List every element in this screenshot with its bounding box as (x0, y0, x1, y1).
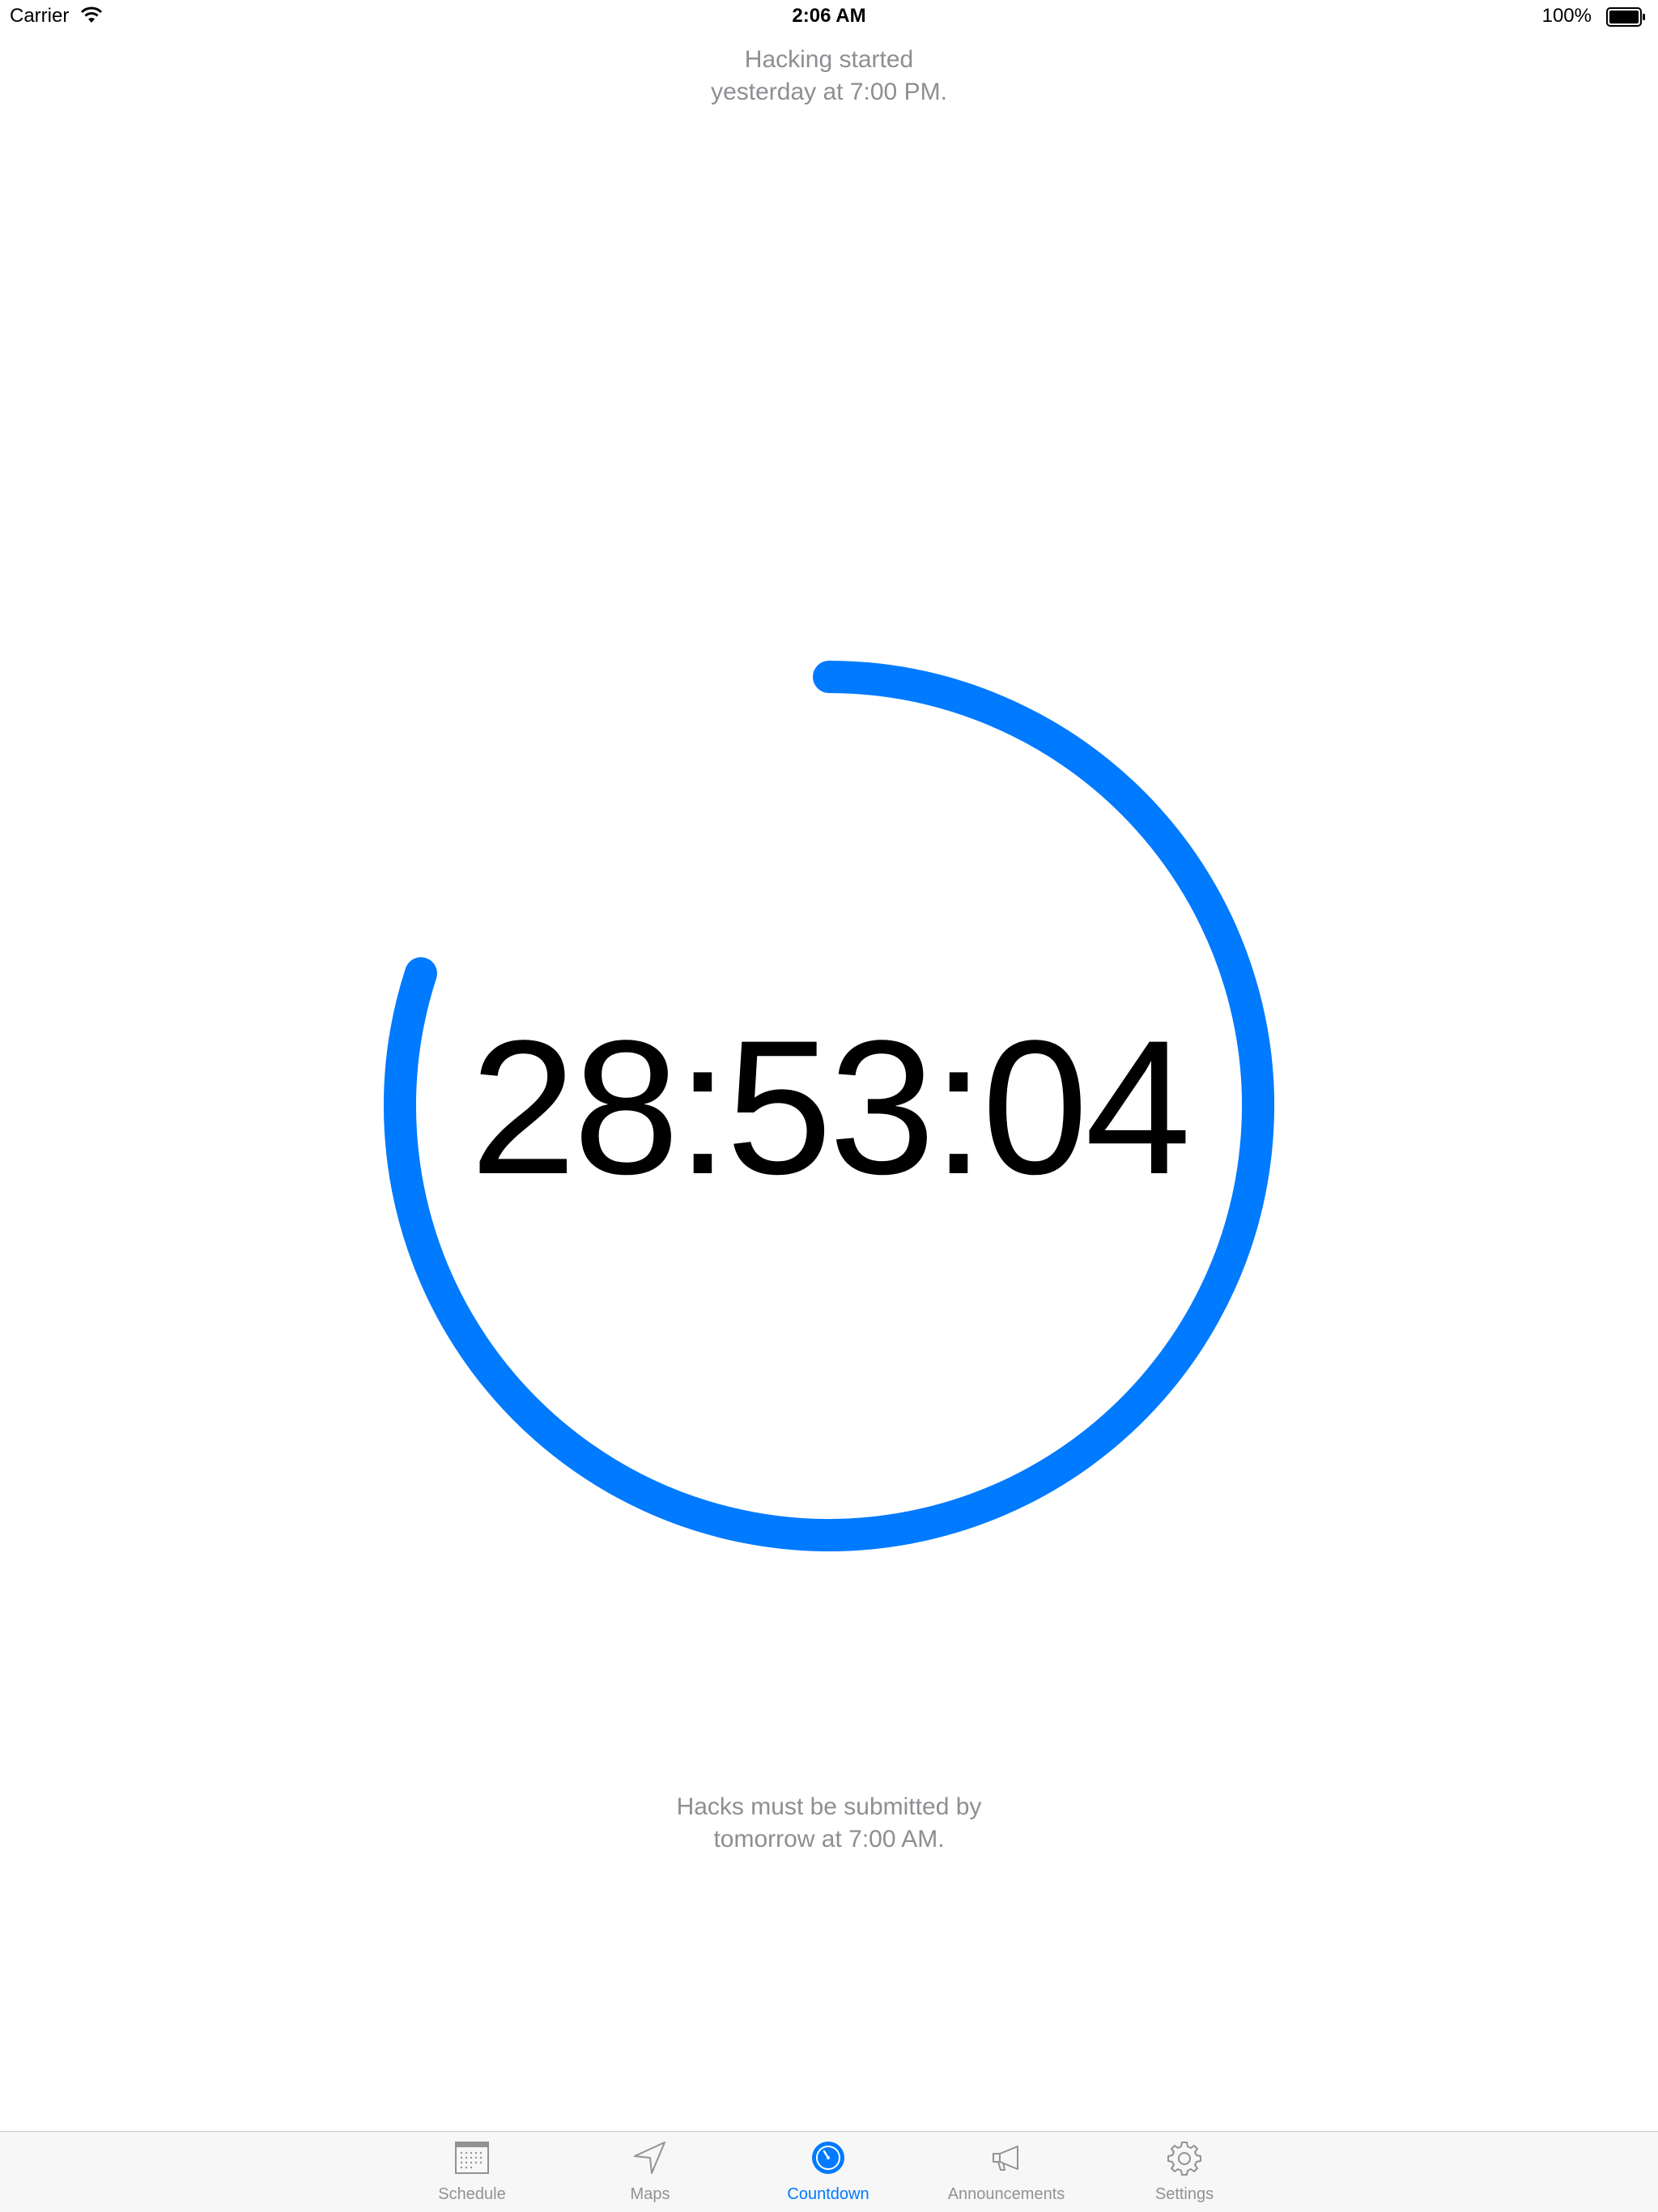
timer-icon (812, 2142, 844, 2174)
tab-maps[interactable]: Maps (569, 2132, 731, 2212)
tab-bar: Schedule Maps Countdown Announcements Se… (0, 2131, 1658, 2212)
location-arrow-icon (634, 2142, 665, 2174)
tab-maps-label: Maps (630, 2185, 670, 2203)
tab-announcements[interactable]: Announcements (925, 2132, 1087, 2212)
tab-schedule-label: Schedule (438, 2185, 506, 2203)
megaphone-icon (993, 2146, 1018, 2171)
countdown-screen: Carrier 2:06 AM 100% Hacking started yes… (0, 0, 1658, 2212)
tab-settings[interactable]: Settings (1103, 2132, 1265, 2212)
tab-schedule[interactable]: Schedule (391, 2132, 553, 2212)
tab-announcements-label: Announcements (947, 2185, 1065, 2203)
tab-countdown-label: Countdown (787, 2185, 869, 2203)
tab-countdown[interactable]: Countdown (747, 2132, 909, 2212)
gear-icon (1167, 2142, 1201, 2176)
submission-deadline-line2: tomorrow at 7:00 AM. (713, 1826, 945, 1853)
submission-deadline-caption: Hacks must be submitted by tomorrow at 7… (0, 1791, 1658, 1856)
calendar-icon (455, 2142, 489, 2174)
submission-deadline-line1: Hacks must be submitted by (676, 1793, 982, 1820)
tab-settings-label: Settings (1154, 2185, 1214, 2203)
countdown-time: 28:53:04 (470, 1001, 1192, 1214)
